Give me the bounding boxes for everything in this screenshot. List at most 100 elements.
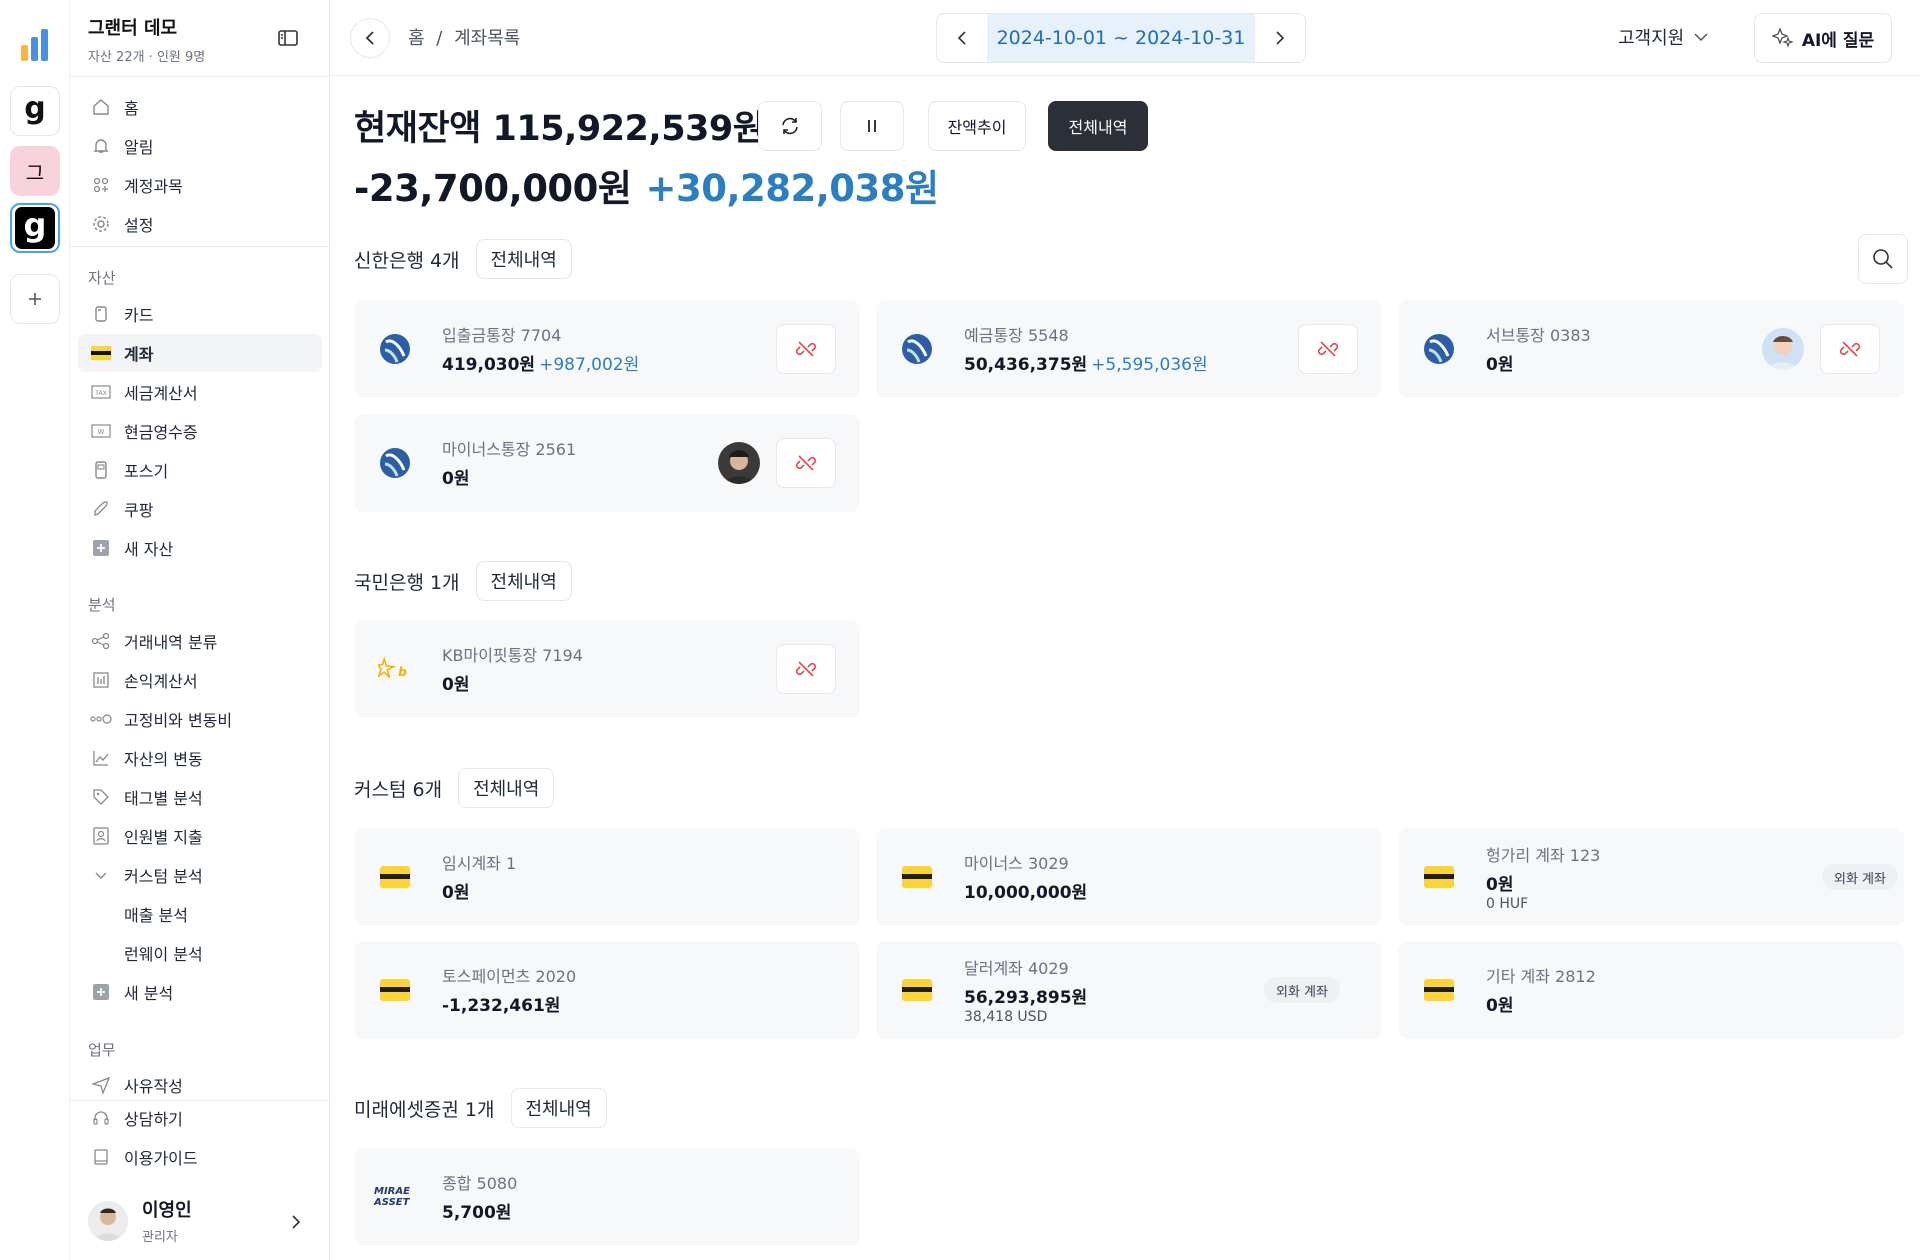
account-card[interactable]: 마이너스 3029 10,000,000원 [876,828,1382,926]
unlink-button[interactable] [1820,324,1880,374]
receipt-icon: W [90,420,112,442]
next-period-button[interactable] [1255,14,1305,62]
group-header-mirae: 미래에셋증권 1개 전체내역 [354,1088,607,1128]
account-card[interactable]: MIRAE ASSET 종합 5080 5,700원 [354,1148,860,1246]
home-icon [90,96,112,118]
owner-avatar [718,442,760,484]
unlink-button[interactable] [776,438,836,488]
nav-new-asset[interactable]: 새 자산 [78,529,322,567]
nav-account[interactable]: 계좌 [78,334,322,372]
breadcrumb-current: 계좌목록 [454,28,521,49]
add-workspace-button[interactable] [10,274,60,324]
search-button[interactable] [1858,234,1908,284]
nav-user-guide[interactable]: 이용가이드 [78,1138,322,1176]
user-profile[interactable]: 이영인 관리자 [88,1196,192,1245]
nav-coupang[interactable]: 쿠팡 [78,490,322,528]
account-foreign-amount: 38,418 USD [964,1009,1048,1025]
account-card[interactable]: 서브통장 0383 0원 [1398,300,1904,398]
nav-custom-analysis[interactable]: 커스텀 분석 [78,856,322,894]
workspace-pink[interactable]: 그 [10,146,60,196]
account-gain: +5,595,036원 [1091,355,1208,375]
section-assets: 자산 [88,269,116,287]
nav-cash-receipt[interactable]: W 현금영수증 [78,412,322,450]
group-all-button[interactable]: 전체내역 [510,1088,607,1128]
account-card[interactable]: 예금통장 5548 50,436,375원 +5,595,036원 [876,300,1382,398]
nav-chart-of-accounts[interactable]: 계정과목 [78,166,322,204]
account-card[interactable]: 토스페이먼츠 2020 -1,232,461원 [354,941,860,1039]
unlink-icon [1317,341,1339,357]
nav-home[interactable]: 홈 [78,88,322,126]
nav-tag-analysis[interactable]: 태그별 분석 [78,778,322,816]
all-transactions-button[interactable]: 전체내역 [1048,101,1148,151]
plus-square-icon [90,981,112,1003]
shinhan-logo-icon [378,446,412,480]
unlink-button[interactable] [776,324,836,374]
nav-alerts[interactable]: 알림 [78,127,322,165]
breadcrumb: 홈 / 계좌목록 [408,28,521,49]
account-card[interactable]: 임시계좌 1 0원 [354,828,860,926]
group-all-button[interactable]: 전체내역 [475,239,572,279]
ask-ai-button[interactable]: AI에 질문 [1754,13,1892,63]
account-amount: 10,000,000원 [964,883,1088,903]
nav-fixed-variable-cost[interactable]: 고정비와 변동비 [78,700,322,738]
nav-consult[interactable]: 상담하기 [78,1099,322,1137]
unlink-icon [795,455,817,471]
tag-icon [90,786,112,808]
account-card[interactable]: 기타 계좌 2812 0원 [1398,941,1904,1039]
shinhan-logo-icon [1422,332,1456,366]
balance-trend-button[interactable]: 잔액추이 [928,101,1026,151]
nav-runway-analysis[interactable]: 런웨이 분석 [78,934,322,972]
nav-income-statement[interactable]: 손익계산서 [78,661,322,699]
nav-spend-by-person[interactable]: 인원별 지출 [78,817,322,855]
svg-text:TAX: TAX [94,390,106,397]
prev-period-button[interactable] [937,14,987,62]
unlink-button[interactable] [776,644,836,694]
unlink-icon [1839,341,1861,357]
org-info[interactable]: 그랜터 데모 자산 22개 · 인원 9명 [88,14,205,65]
group-title: 국민은행 1개 [354,571,460,594]
account-name: 마이너스통장 2561 [442,440,577,459]
nav-tax-invoice[interactable]: TAX 세금계산서 [78,373,322,411]
unlink-icon [795,341,817,357]
breadcrumb-home[interactable]: 홈 [408,28,425,49]
nav-pos[interactable]: 포스기 [78,451,322,489]
app-logo[interactable] [10,20,60,70]
org-name: 그랜터 데모 [88,18,178,39]
nav-card[interactable]: 카드 [78,295,322,333]
nav-settings[interactable]: 설정 [78,205,322,243]
ledger-icon [90,669,112,691]
account-card[interactable]: 마이너스통장 2561 0원 [354,414,860,512]
account-card[interactable]: b KB마이핏통장 7194 0원 [354,620,860,718]
unlink-button[interactable] [1298,324,1358,374]
account-amount: 0원 [442,469,470,489]
group-header-kb: 국민은행 1개 전체내역 [354,561,572,601]
account-amount: 419,030원 +987,002원 [442,355,640,375]
sparkle-icon [1771,27,1794,48]
nav-transaction-classification[interactable]: 거래내역 분류 [78,622,322,660]
account-amount: 0원 [442,883,470,903]
account-chip-icon [900,973,934,1007]
group-all-button[interactable]: 전체내역 [475,561,572,601]
chevron-right-icon[interactable] [290,1214,302,1234]
workspace-g-dark-selected[interactable]: g [10,203,60,253]
account-chip-icon [900,860,934,894]
support-dropdown[interactable]: 고객지원 [1618,24,1708,50]
back-button[interactable] [350,18,390,58]
nav-asset-change[interactable]: 자산의 변동 [78,739,322,777]
account-chip-icon [1422,860,1456,894]
account-name: 입출금통장 7704 [442,326,562,345]
pause-button[interactable] [840,101,904,151]
account-card[interactable]: 헝가리 계좌 123 0원 0 HUF 외화 계좌 [1398,828,1904,926]
workspace-g-light[interactable]: g [10,86,60,136]
account-icon [90,342,112,364]
account-card[interactable]: 입출금통장 7704 419,030원 +987,002원 [354,300,860,398]
account-name: 마이너스 3029 [964,854,1069,873]
sidebar-collapse-icon[interactable] [276,26,300,50]
nav-sales-analysis[interactable]: 매출 분석 [78,895,322,933]
nav-new-analysis[interactable]: 새 분석 [78,973,322,1011]
date-range-value[interactable]: 2024-10-01 ~ 2024-10-31 [987,14,1255,62]
account-card[interactable]: 달러계좌 4029 56,293,895원 38,418 USD 외화 계좌 [876,941,1382,1039]
chevron-down-icon [1694,33,1708,42]
refresh-button[interactable] [758,101,822,151]
group-all-button[interactable]: 전체내역 [458,768,555,808]
